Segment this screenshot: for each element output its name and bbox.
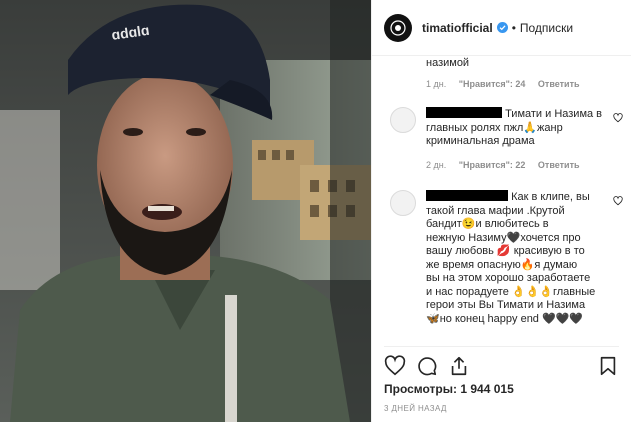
like-comment-heart-icon[interactable] xyxy=(613,113,623,123)
comment-line: Тимати и Назима в xyxy=(505,108,603,120)
comment-line: герои эты Вы Тимати и Назима xyxy=(426,299,586,311)
brand-logo-icon xyxy=(390,19,406,36)
video-frame: ɑdɑlɑ xyxy=(0,0,371,422)
comments-list: назимой 1 дн. "Нравится": 24 Ответить Ти… xyxy=(372,57,631,343)
commenter-avatar[interactable] xyxy=(390,190,416,216)
post-side-panel: timatiofficial • Подписки назимой 1 дн. … xyxy=(371,0,631,422)
comment-line: и нас порадуете 👌👌👌главные xyxy=(426,285,596,298)
post-video[interactable]: ɑdɑlɑ xyxy=(0,0,371,422)
comment-meta: 2 дн. "Нравится": 22 Ответить xyxy=(426,160,590,170)
like-comment-heart-icon[interactable] xyxy=(613,196,623,206)
views-label: Просмотры: xyxy=(384,382,458,396)
comment-line: такой глава мафии .Крутой xyxy=(426,204,565,217)
comment-meta: 1 дн. "Нравится": 24 Ответить xyxy=(426,79,590,89)
comment-text: Тимати и Назима в главных ролях пжл🙏жанр… xyxy=(426,107,605,149)
user-avatar[interactable] xyxy=(384,13,412,42)
comment-likes[interactable]: "Нравится": 24 xyxy=(459,79,526,89)
comment-icon[interactable] xyxy=(416,355,438,377)
comment-time: 2 дн. xyxy=(426,160,447,170)
comment-text-continued: назимой xyxy=(426,57,470,69)
comment-line: криминальная драма xyxy=(426,135,535,147)
username-link[interactable]: timatiofficial xyxy=(422,21,493,35)
comment-line: же время опасную🔥я думаю xyxy=(426,258,578,271)
post-header: timatiofficial • Подписки xyxy=(372,0,631,56)
comment-line: нежную Назиму🖤хочется про xyxy=(426,231,581,244)
comment-line: главных ролях пжл🙏жанр xyxy=(426,121,563,134)
views-count: Просмотры: 1 944 015 xyxy=(384,382,514,396)
bookmark-icon[interactable] xyxy=(597,355,619,377)
comment-text: Как в клипе, вы такой глава мафии .Круто… xyxy=(426,190,605,326)
views-value: 1 944 015 xyxy=(460,382,514,396)
comment-line: вы на этом хорошо заработаете xyxy=(426,272,591,284)
share-icon[interactable] xyxy=(448,355,470,377)
comment-time: 1 дн. xyxy=(426,79,447,89)
redacted-username xyxy=(426,107,502,118)
comment-likes[interactable]: "Нравится": 22 xyxy=(459,160,526,170)
comment-line: вашу любовь 💋 красивую в то xyxy=(426,245,585,257)
comment-item: Как в клипе, вы такой глава мафии .Круто… xyxy=(384,190,623,340)
commenter-avatar[interactable] xyxy=(390,107,416,133)
heart-icon[interactable] xyxy=(384,355,406,377)
comment-line: 🦋но конец happy end 🖤🖤🖤 xyxy=(426,312,584,325)
post-actions-bar xyxy=(384,346,619,381)
reply-button[interactable]: Ответить xyxy=(538,79,580,89)
following-button[interactable]: Подписки xyxy=(520,21,573,35)
redacted-username xyxy=(426,190,508,201)
comment-line: Как в клипе, вы xyxy=(511,191,590,203)
post-timestamp[interactable]: 3 ДНЕЙ НАЗАД xyxy=(384,404,447,413)
reply-button[interactable]: Ответить xyxy=(538,160,580,170)
separator-dot: • xyxy=(511,20,516,35)
comment-item: Тимати и Назима в главных ролях пжл🙏жанр… xyxy=(384,107,623,177)
verified-badge-icon xyxy=(496,22,508,33)
comment-line: бандит😉и влюбитесь в xyxy=(426,218,549,230)
